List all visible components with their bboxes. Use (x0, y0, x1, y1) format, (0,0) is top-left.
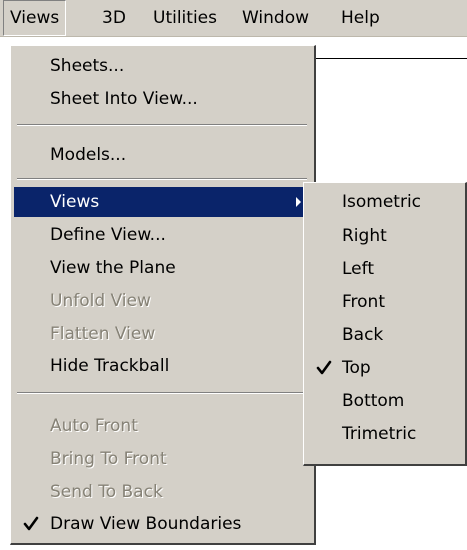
submenu-item-right[interactable]: Right (307, 221, 463, 251)
menu-item-auto-front: Auto Front (50, 416, 138, 436)
views-submenu: Isometric Right Left Front Back Top Bott… (303, 182, 467, 466)
submenu-item-back[interactable]: Back (307, 320, 463, 350)
menu-item-flatten-view: Flatten View (50, 324, 156, 344)
menu-3d[interactable]: 3D (102, 0, 126, 36)
submenu-item-isometric[interactable]: Isometric (307, 187, 463, 217)
menu-separator (17, 124, 307, 126)
submenu-item-top[interactable]: Top (307, 353, 463, 383)
submenu-item-front[interactable]: Front (307, 287, 463, 317)
menu-separator (17, 178, 307, 180)
menu-bar: Views 3D Utilities Window Help (0, 0, 467, 37)
menu-item-label: Draw View Boundaries (50, 514, 242, 534)
menu-item-bring-to-front: Bring To Front (50, 449, 167, 469)
menu-item-models[interactable]: Models... (14, 140, 311, 170)
application-window: Views 3D Utilities Window Help Sheets...… (0, 0, 467, 550)
submenu-item-left[interactable]: Left (307, 254, 463, 284)
menu-help[interactable]: Help (341, 0, 380, 36)
menu-views[interactable]: Views (3, 0, 67, 36)
menu-item-sheets[interactable]: Sheets... (14, 51, 311, 81)
submenu-arrow-icon (296, 197, 301, 207)
menu-item-view-the-plane[interactable]: View the Plane (14, 253, 311, 283)
menu-item-unfold-view: Unfold View (50, 291, 151, 311)
menu-item-draw-view-boundaries[interactable]: Draw View Boundaries (14, 509, 311, 539)
menu-item-hide-trackball[interactable]: Hide Trackball (14, 351, 311, 381)
menu-item-views[interactable]: Views (14, 187, 311, 217)
checkmark-icon (316, 360, 332, 375)
submenu-item-bottom[interactable]: Bottom (307, 386, 463, 416)
menu-item-define-view[interactable]: Define View... (14, 220, 311, 250)
document-area-border (310, 58, 467, 59)
views-dropdown-menu: Sheets... Sheet Into View... Models... V… (10, 45, 316, 545)
menu-window[interactable]: Window (242, 0, 309, 36)
menu-separator (17, 392, 307, 394)
menu-item-sheet-into-view[interactable]: Sheet Into View... (14, 84, 311, 114)
checkmark-icon (23, 516, 39, 531)
submenu-item-trimetric[interactable]: Trimetric (307, 419, 463, 449)
menu-utilities[interactable]: Utilities (153, 0, 217, 36)
menu-item-label: Views (50, 192, 100, 212)
submenu-item-label: Top (342, 358, 371, 378)
menu-item-send-to-back: Send To Back (50, 482, 163, 502)
